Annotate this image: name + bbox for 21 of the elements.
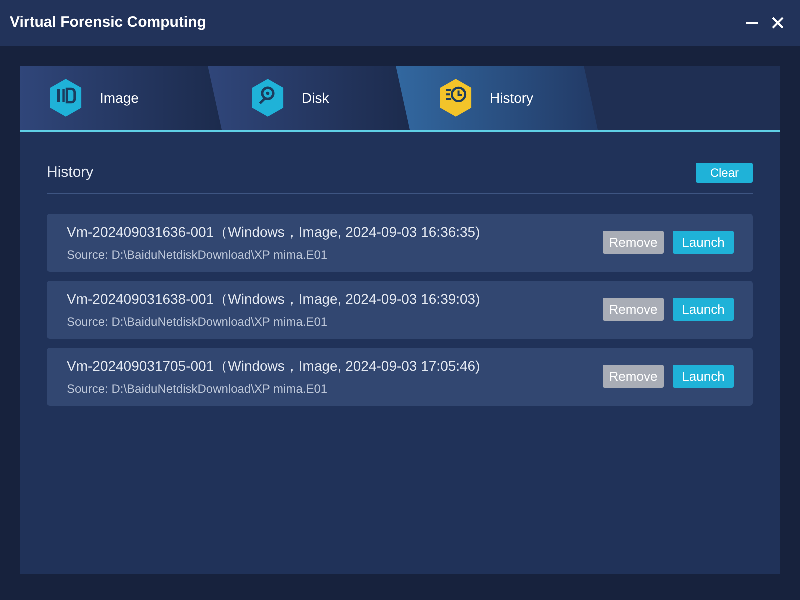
launch-button[interactable]: Launch (673, 231, 734, 254)
tab[interactable]: Image (20, 66, 222, 130)
launch-button[interactable]: Launch (673, 298, 734, 321)
tab[interactable]: History (396, 66, 598, 130)
entry-title: Vm-202409031638-001（Windows，Image, 2024-09-03 16:39:03) (67, 290, 480, 309)
remove-button[interactable]: Remove (603, 298, 664, 321)
section-title: History (47, 163, 94, 183)
window-title: Virtual Forensic Computing (10, 12, 206, 33)
clock-list-icon (438, 78, 474, 118)
clear-button[interactable]: Clear (696, 163, 753, 184)
launch-button[interactable]: Launch (673, 365, 734, 388)
entry-source: Source: D:\BaiduNetdiskDownload\XP mima.E01 (67, 246, 329, 264)
remove-button[interactable]: Remove (603, 365, 664, 388)
close-icon[interactable] (772, 17, 784, 29)
entry-source: Source: D:\BaiduNetdiskDownload\XP mima.E01 (67, 314, 329, 330)
split-box-icon (48, 78, 84, 118)
entry-source: Source: D:\BaiduNetdiskDownload\XP mima.E01 (67, 380, 329, 398)
entry-title: Vm-202409031636-001（Windows，Image, 2024-09-03 16:36:35) (67, 222, 480, 242)
remove-button[interactable]: Remove (603, 231, 664, 254)
entry-title: Vm-202409031705-001（Windows，Image, 2024-09-03 17:05:46) (67, 356, 480, 376)
tab[interactable]: Disk (208, 66, 410, 130)
